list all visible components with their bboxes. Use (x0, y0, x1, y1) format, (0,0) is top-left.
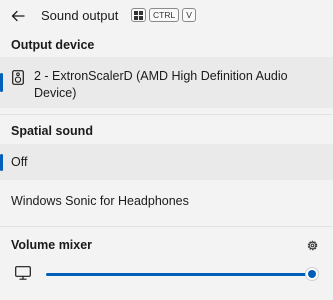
v-key: V (182, 8, 196, 22)
divider (0, 114, 333, 115)
ctrl-key: CTRL (149, 8, 180, 22)
back-button[interactable] (8, 6, 28, 26)
spatial-sound-heading: Spatial sound (11, 124, 93, 138)
gear-icon[interactable] (306, 239, 319, 252)
page-title: Sound output (41, 8, 119, 23)
volume-slider[interactable] (46, 264, 322, 284)
volume-slider-track (46, 273, 312, 276)
monitor-icon (15, 266, 31, 280)
speaker-icon (12, 70, 24, 85)
volume-mixer-heading: Volume mixer (11, 238, 93, 252)
divider (0, 226, 333, 227)
output-device-heading: Output device (11, 38, 95, 52)
windows-key-icon (131, 8, 146, 22)
selection-indicator (0, 154, 3, 171)
keyboard-shortcut: CTRL V (131, 8, 196, 22)
spatial-option-windows-sonic-label: Windows Sonic for Headphones (11, 194, 189, 208)
header: Sound output CTRL V (0, 0, 333, 32)
spatial-option-off-label: Off (11, 155, 28, 169)
selection-indicator (0, 73, 3, 92)
output-device-name: 2 - ExtronScalerD (AMD High Definition A… (34, 69, 288, 100)
volume-slider-thumb[interactable] (306, 268, 318, 280)
arrow-left-icon (11, 10, 25, 22)
spatial-option-off[interactable] (0, 144, 333, 180)
